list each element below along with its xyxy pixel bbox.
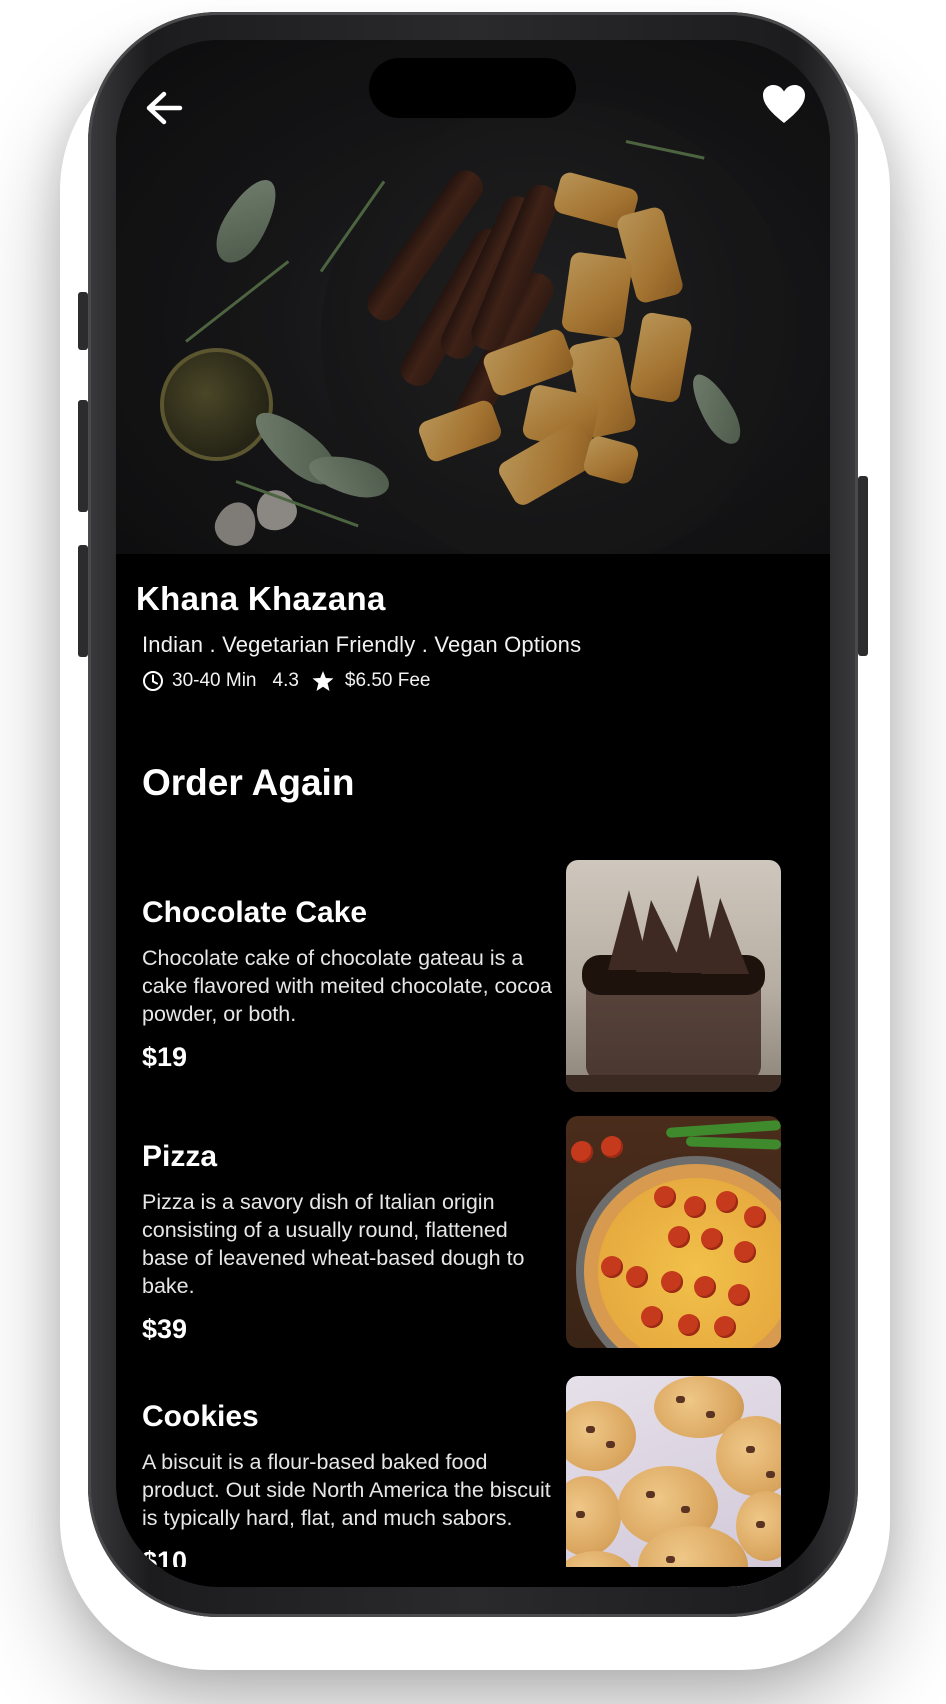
- action-button: [78, 292, 88, 350]
- heart-icon: [763, 85, 805, 123]
- star-icon: [312, 671, 334, 691]
- order-again-title: Order Again: [142, 762, 355, 803]
- pepperoni: [714, 1316, 736, 1338]
- clock-icon: [143, 671, 163, 691]
- pepperoni: [654, 1186, 676, 1208]
- chocolate-chip: [746, 1446, 755, 1453]
- dynamic-island: [369, 58, 576, 118]
- chocolate-chip: [706, 1411, 715, 1418]
- item-description: A biscuit is a flour-based baked food pr…: [142, 1450, 551, 1530]
- back-button[interactable]: [138, 82, 190, 134]
- screen-bottom-edge: [116, 1567, 830, 1587]
- pepperoni: [641, 1306, 663, 1328]
- chocolate-chip: [576, 1511, 585, 1518]
- item-name: Chocolate Cake: [142, 896, 368, 929]
- item-image-chocolate-cake[interactable]: [566, 860, 781, 1092]
- volume-up-button: [78, 400, 88, 512]
- chocolate-chip: [676, 1396, 685, 1403]
- app-screen: Khana Khazana Indian . Vegetarian Friend…: [116, 40, 830, 1587]
- menu-item-text: Pizza Pizza is a savory dish of Italian …: [142, 1140, 552, 1345]
- volume-down-button: [78, 545, 88, 657]
- pepperoni: [661, 1271, 683, 1293]
- pepperoni: [734, 1241, 756, 1263]
- item-name: Cookies: [142, 1400, 259, 1433]
- cake-crumbs: [566, 1075, 781, 1092]
- delivery-fee: $6.50 Fee: [344, 670, 431, 691]
- restaurant-meta: 30-40 Min 4.3 $6.50 Fee: [142, 670, 816, 692]
- item-description: Chocolate cake of chocolate gateau is a …: [142, 946, 552, 1026]
- chocolate-chip: [586, 1426, 595, 1433]
- pepperoni: [694, 1276, 716, 1298]
- menu-item-pizza[interactable]: Pizza Pizza is a savory dish of Italian …: [142, 1116, 806, 1348]
- restaurant-name: Khana Khazana: [136, 580, 386, 617]
- chocolate-chip: [766, 1471, 775, 1478]
- chocolate-chip: [666, 1556, 675, 1563]
- power-button: [858, 476, 868, 656]
- pepperoni: [601, 1136, 623, 1158]
- menu-item-chocolate-cake[interactable]: Chocolate Cake Chocolate cake of chocola…: [142, 860, 806, 1092]
- item-price: $39: [142, 1314, 188, 1344]
- item-image-cookies[interactable]: [566, 1376, 781, 1587]
- pepperoni: [601, 1256, 623, 1278]
- chocolate-chip: [681, 1506, 690, 1513]
- pepperoni: [744, 1206, 766, 1228]
- arrow-left-icon: [146, 91, 183, 125]
- rating-value: 4.3: [272, 670, 299, 691]
- menu-item-text: Chocolate Cake Chocolate cake of chocola…: [142, 896, 552, 1073]
- item-price: $19: [142, 1042, 188, 1072]
- device-mockup: Khana Khazana Indian . Vegetarian Friend…: [0, 0, 946, 1704]
- pepperoni: [678, 1314, 700, 1336]
- restaurant-tags: Indian . Vegetarian Friendly . Vegan Opt…: [142, 632, 582, 657]
- delivery-time: 30-40 Min: [172, 670, 257, 691]
- chocolate-chip: [756, 1521, 765, 1528]
- chocolate-chip: [646, 1491, 655, 1498]
- pepperoni: [701, 1228, 723, 1250]
- pepperoni: [716, 1191, 738, 1213]
- item-image-pizza[interactable]: [566, 1116, 781, 1348]
- menu-item-cookies[interactable]: Cookies A biscuit is a flour-based baked…: [142, 1376, 806, 1587]
- restaurant-info: Khana Khazana Indian . Vegetarian Friend…: [136, 580, 816, 692]
- pepperoni: [668, 1226, 690, 1248]
- item-name: Pizza: [142, 1140, 218, 1173]
- favorite-button[interactable]: [756, 76, 812, 132]
- chocolate-chip: [606, 1441, 615, 1448]
- pepperoni: [728, 1284, 750, 1306]
- menu-item-text: Cookies A biscuit is a flour-based baked…: [142, 1400, 552, 1577]
- item-description: Pizza is a savory dish of Italian origin…: [142, 1190, 525, 1298]
- pepperoni: [571, 1141, 593, 1163]
- pepperoni: [626, 1266, 648, 1288]
- pepperoni: [684, 1196, 706, 1218]
